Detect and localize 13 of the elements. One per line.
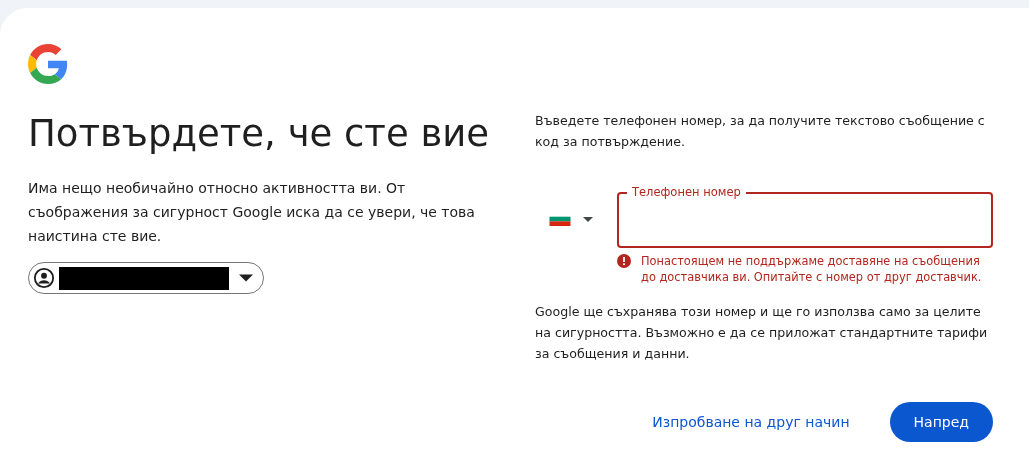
page-heading: Потвърдете, че сте вие (28, 111, 491, 157)
caret-icon (583, 216, 593, 222)
caret-icon (239, 274, 253, 282)
phone-prompt: Въведете телефонен номер, за да получите текстово съобщение с код за потвърждение. (535, 112, 986, 151)
privacy-note: Google ще съхранява този номер и ще го използва само за целите на сигурността. Възможно е да се приложат стандартните тарифи за съобщения и данни. (535, 303, 989, 363)
field-label: Телефонен номер (627, 185, 746, 199)
description-text: Има нещо необичайно относно активността ви. От съображения за сигурност Google иска да се увери, че това наистина сте вие. (28, 179, 476, 246)
account-icon (33, 267, 55, 289)
error-icon (617, 254, 631, 268)
try-another-way-link[interactable]: Изпробване на друг начин (652, 404, 850, 440)
next-button[interactable]: Напред (889, 402, 993, 442)
error-message: Понастоящем не поддържаме доставяне на съобщения до доставчика ви. Опитайте с номер от друг доставчик. (641, 253, 983, 285)
google-logo (28, 44, 68, 84)
